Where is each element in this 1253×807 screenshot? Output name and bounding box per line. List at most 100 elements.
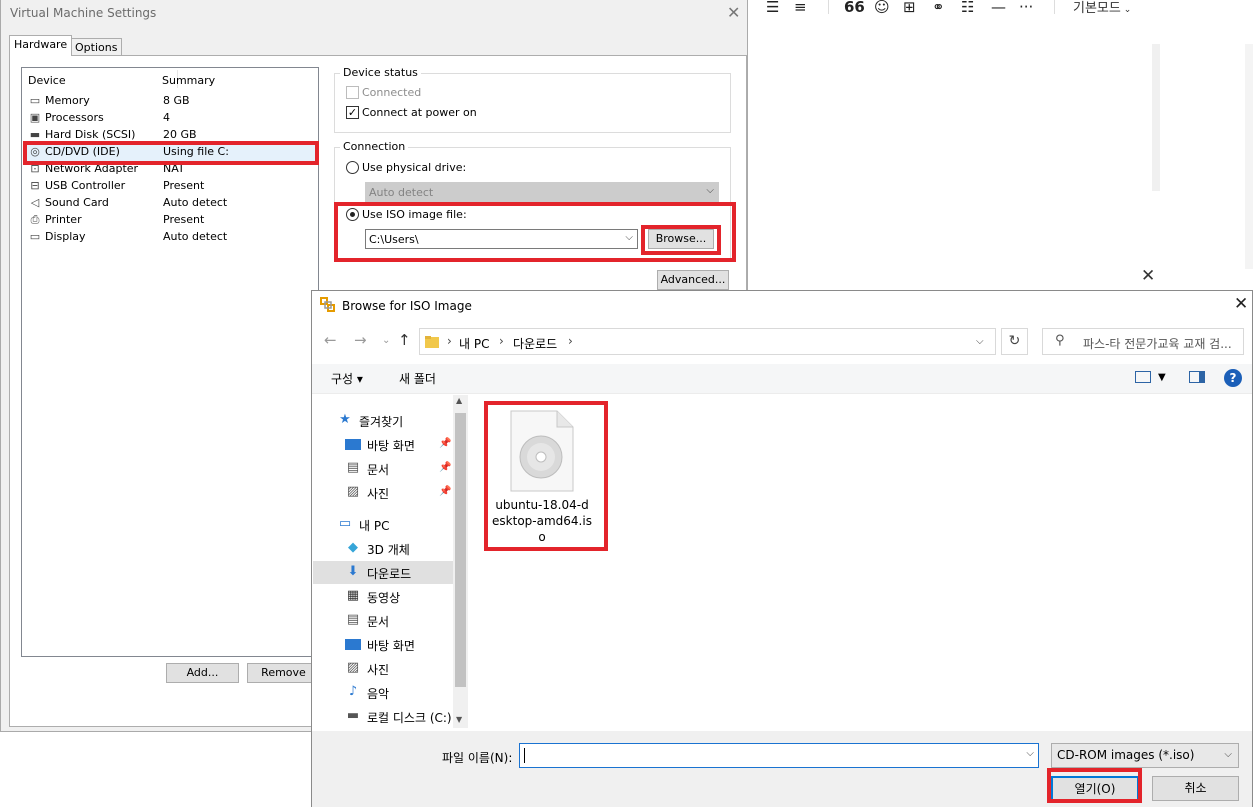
breadcrumb-separator: › <box>499 334 504 348</box>
device-row-sound-card[interactable]: ◁ Sound Card Auto detect <box>24 195 316 212</box>
forward-icon[interactable]: → <box>354 331 367 349</box>
search-input[interactable]: ⚲ 파스-타 전문가교육 교재 검... <box>1042 328 1244 355</box>
filename-label: 파일 이름(N): <box>442 751 513 765</box>
open-button[interactable]: 열기(O) <box>1051 776 1139 801</box>
change-view-icon[interactable] <box>1135 371 1151 383</box>
pin-icon[interactable]: 📌 <box>439 486 451 497</box>
editor-mode-select[interactable]: 기본모드 ⌄ <box>1073 0 1131 16</box>
tree-item-videos[interactable]: ▦ 동영상 <box>313 585 453 608</box>
window-title: Virtual Machine Settings <box>10 6 157 20</box>
pictures-icon: ▨ <box>346 660 360 675</box>
quote-icon[interactable]: 66 <box>844 0 865 16</box>
help-icon[interactable]: ? <box>1224 369 1242 387</box>
tree-item-desktop[interactable]: 바탕 화면 <box>313 633 453 656</box>
connected-checkbox[interactable] <box>346 86 359 99</box>
tree-item-local-disk[interactable]: ▬ 로컬 디스크 (C:) <box>313 705 453 728</box>
connect-at-power-on-checkbox[interactable]: ✓ <box>346 106 359 119</box>
tree-item-label: 로컬 디스크 (C:) <box>367 711 452 725</box>
add-device-button[interactable]: Add... <box>166 663 239 683</box>
filetype-select[interactable]: CD-ROM images (*.iso) ⌵ <box>1051 743 1239 768</box>
connected-label: Connected <box>362 86 422 99</box>
tree-item-pictures[interactable]: ▨ 사진 <box>313 657 453 680</box>
tab-hardware[interactable]: Hardware <box>9 35 73 56</box>
filename-input[interactable]: ⌵ <box>519 743 1039 768</box>
device-name: Printer <box>45 213 82 226</box>
physical-drive-radio[interactable] <box>346 161 359 174</box>
iso-path-value: C:\Users\ <box>369 233 419 246</box>
iso-image-radio[interactable] <box>346 208 359 221</box>
device-row-printer[interactable]: ⎙ Printer Present <box>24 212 316 229</box>
scrollbar-thumb[interactable] <box>455 413 466 687</box>
close-icon[interactable]: ✕ <box>727 3 740 22</box>
device-row-network-adapter[interactable]: ⊡ Network Adapter NAT <box>24 161 316 178</box>
device-row-cd-dvd[interactable]: ◎ CD/DVD (IDE) Using file C: <box>24 144 316 161</box>
device-name: Display <box>45 230 86 243</box>
tree-item-desktop-pinned[interactable]: 바탕 화면 📌 <box>313 433 453 456</box>
device-name: Network Adapter <box>45 162 139 175</box>
tree-item-my-pc[interactable]: ▭ 내 PC <box>313 513 453 536</box>
up-icon[interactable]: ↑ <box>398 331 411 349</box>
device-row-memory[interactable]: ▭ Memory 8 GB <box>24 93 316 110</box>
physical-drive-select[interactable]: Auto detect ⌵ <box>365 182 719 202</box>
organize-button[interactable]: 구성 ▾ <box>331 370 363 387</box>
emoji-icon[interactable]: ☺ <box>874 0 890 16</box>
chevron-down-icon[interactable]: ⌵ <box>1026 748 1034 759</box>
scroll-down-icon[interactable]: ▼ <box>456 715 462 724</box>
refresh-icon: ↻ <box>1008 333 1021 349</box>
tree-item-pictures-pinned[interactable]: ▨ 사진 📌 <box>313 481 453 504</box>
close-icon[interactable]: ✕ <box>1234 294 1248 314</box>
tree-item-quick-access[interactable]: ★ 즐겨찾기 <box>313 409 453 432</box>
file-item[interactable]: ubuntu-18.04-desktop-amd64.iso <box>492 409 592 544</box>
tree-item-downloads[interactable]: ⬇ 다운로드 <box>313 561 453 584</box>
device-row-hard-disk[interactable]: ▬ Hard Disk (SCSI) 20 GB <box>24 127 316 144</box>
table-icon[interactable]: ⊞ <box>903 0 916 16</box>
scroll-up-icon[interactable]: ▲ <box>456 396 462 405</box>
tree-item-music[interactable]: ♪ 음악 <box>313 681 453 704</box>
device-summary: Auto detect <box>163 230 228 243</box>
list-icon[interactable]: ☷ <box>961 0 974 16</box>
connection-title: Connection <box>340 140 409 153</box>
chevron-down-icon[interactable]: ⌵ <box>976 336 984 347</box>
device-status-group: Device status Connected ✓ Connect at pow… <box>334 66 731 133</box>
chevron-down-icon: ⌄ <box>1120 5 1132 15</box>
preview-pane-icon[interactable] <box>1189 371 1205 383</box>
align-justify-icon[interactable]: ≡ <box>794 0 807 16</box>
editor-content[interactable] <box>748 42 1253 267</box>
pin-icon[interactable]: 📌 <box>439 462 451 473</box>
pin-icon[interactable]: 📌 <box>439 438 451 449</box>
device-column-header[interactable]: Device <box>28 74 66 87</box>
breadcrumb-my-pc[interactable]: 내 PC <box>459 335 489 352</box>
advanced-button[interactable]: Advanced... <box>657 270 729 290</box>
device-row-usb-controller[interactable]: ⊟ USB Controller Present <box>24 178 316 195</box>
breadcrumb-downloads[interactable]: 다운로드 <box>513 335 557 352</box>
connect-at-power-on-label: Connect at power on <box>362 106 477 119</box>
close-icon[interactable]: ✕ <box>1141 266 1155 286</box>
device-list[interactable]: Device Summary ▭ Memory 8 GB ▣ Processor… <box>21 67 319 657</box>
chevron-down-icon[interactable]: ▼ <box>1158 372 1166 383</box>
editor-scrollbar[interactable] <box>1152 44 1160 191</box>
iso-image-label: Use ISO image file: <box>362 208 467 221</box>
browse-button[interactable]: Browse... <box>648 229 714 249</box>
editor-scrollbar[interactable] <box>1245 44 1253 269</box>
new-folder-button[interactable]: 새 폴더 <box>399 370 436 387</box>
hr-icon[interactable]: — <box>991 0 1006 16</box>
remove-device-button[interactable]: Remove <box>247 663 320 683</box>
tree-item-3d-objects[interactable]: ◆ 3D 개체 <box>313 537 453 560</box>
iso-path-input[interactable]: C:\Users\ ⌵ <box>365 229 638 249</box>
cancel-button[interactable]: 취소 <box>1152 776 1239 801</box>
tree-item-label: 사진 <box>367 663 390 677</box>
more-icon[interactable]: ··· <box>1019 0 1033 16</box>
back-icon[interactable]: ← <box>324 331 337 349</box>
refresh-button[interactable]: ↻ <box>1001 328 1028 355</box>
device-row-processors[interactable]: ▣ Processors 4 <box>24 110 316 127</box>
tree-item-documents-pinned[interactable]: ▤ 문서 📌 <box>313 457 453 480</box>
link-icon[interactable]: ⚭ <box>932 0 945 16</box>
dialog-title: Browse for ISO Image <box>342 299 472 313</box>
tree-item-documents[interactable]: ▤ 문서 <box>313 609 453 632</box>
device-row-display[interactable]: ▭ Display Auto detect <box>24 229 316 246</box>
recent-locations-icon[interactable]: ⌄ <box>382 335 390 346</box>
toolbar-divider <box>1054 0 1055 14</box>
address-bar[interactable]: › 내 PC › 다운로드 › ⌵ <box>419 328 996 355</box>
align-right-icon[interactable]: ☰ <box>766 0 779 16</box>
summary-column-header[interactable]: Summary <box>162 74 215 87</box>
